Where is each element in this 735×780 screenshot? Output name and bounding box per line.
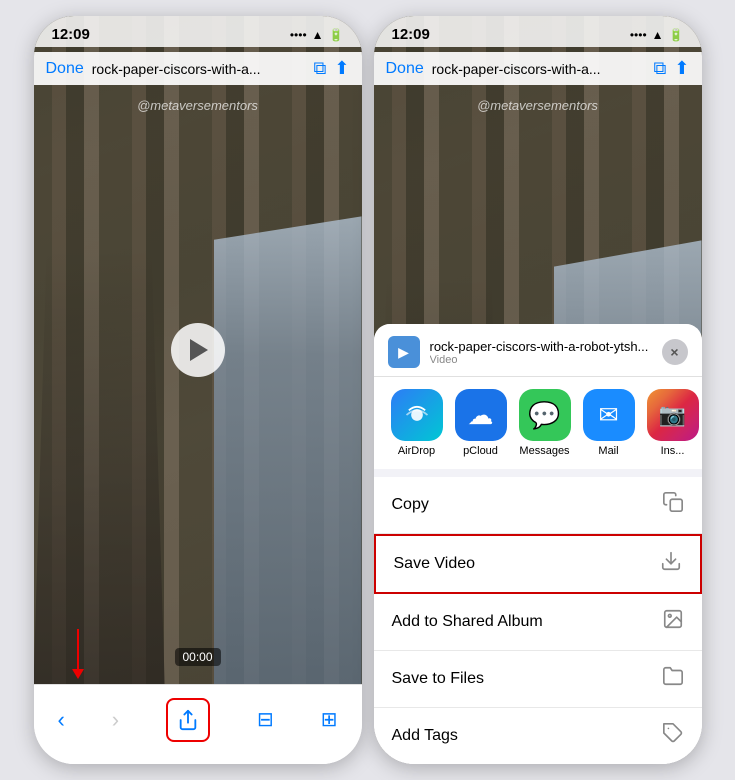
- left-phone: @metaversementors 00:00 12:09 •••• ▲ 🔋 D…: [34, 16, 362, 764]
- airdrop-svg: [403, 401, 431, 429]
- share-title-block: rock-paper-ciscors-with-a-robot-ytsh... …: [430, 339, 652, 366]
- wifi-icon-left: ▲: [312, 28, 324, 42]
- arrow-head: [72, 669, 84, 679]
- share-sheet: ▶ rock-paper-ciscors-with-a-robot-ytsh..…: [374, 324, 702, 764]
- share-close-button[interactable]: ×: [662, 339, 688, 365]
- save-video-icon: [660, 550, 682, 578]
- status-time-left: 12:09: [52, 26, 90, 43]
- share-sheet-header: ▶ rock-paper-ciscors-with-a-robot-ytsh..…: [374, 324, 702, 376]
- share-icon-top-right[interactable]: ⬆: [674, 58, 689, 79]
- tab-icon-left[interactable]: ⧉: [314, 58, 327, 79]
- url-text-right: rock-paper-ciscors-with-a...: [432, 61, 646, 77]
- share-apps-row: AirDrop ☁ pCloud 💬 Messages ✉ Mail 📷 Ins…: [374, 376, 702, 469]
- done-button-right[interactable]: Done: [386, 60, 424, 78]
- battery-icon-right: 🔋: [669, 28, 684, 42]
- share-icon-top-left[interactable]: ⬆: [334, 58, 349, 79]
- status-time-right: 12:09: [392, 26, 430, 43]
- share-app-airdrop[interactable]: AirDrop: [388, 389, 446, 457]
- tab-icon-right[interactable]: ⧉: [654, 58, 667, 79]
- action-save-video[interactable]: Save Video: [374, 534, 702, 594]
- save-files-icon: [662, 665, 684, 693]
- share-title: rock-paper-ciscors-with-a-robot-ytsh...: [430, 339, 652, 354]
- url-text-left: rock-paper-ciscors-with-a...: [92, 61, 306, 77]
- battery-icon-left: 🔋: [329, 28, 344, 42]
- share-app-instagram[interactable]: 📷 Ins...: [644, 389, 702, 457]
- share-subtitle: Video: [430, 354, 652, 366]
- action-add-tags[interactable]: Add Tags: [374, 708, 702, 764]
- pcloud-label: pCloud: [463, 445, 498, 457]
- play-triangle-left: [190, 339, 208, 361]
- figure-right: [214, 216, 362, 684]
- back-icon-left[interactable]: ‹: [58, 707, 65, 733]
- share-favicon: ▶: [388, 336, 420, 368]
- address-bar-right: Done rock-paper-ciscors-with-a... ⧉ ⬆: [374, 52, 702, 85]
- bookmarks-icon-left[interactable]: ⊟: [257, 707, 274, 732]
- share-svg-left: [177, 709, 199, 731]
- airdrop-icon: [391, 389, 443, 441]
- copy-icon: [662, 491, 684, 519]
- arrow-line: [77, 629, 79, 669]
- add-tags-label: Add Tags: [392, 727, 458, 745]
- figure-left: [34, 250, 165, 684]
- messages-icon: 💬: [519, 389, 571, 441]
- arrow-annotation-left: [72, 629, 84, 679]
- status-bar-left: 12:09 •••• ▲ 🔋: [34, 16, 362, 47]
- save-video-label: Save Video: [394, 555, 476, 573]
- messages-label: Messages: [519, 445, 569, 457]
- watermark-left: @metaversementors: [34, 98, 362, 113]
- share-button-left[interactable]: [166, 698, 210, 742]
- instagram-icon: 📷: [647, 389, 699, 441]
- tabs-icon-left[interactable]: ⊞: [321, 707, 338, 732]
- video-timestamp-left: 00:00: [174, 648, 220, 666]
- play-button-left[interactable]: [171, 323, 225, 377]
- airdrop-label: AirDrop: [398, 445, 435, 457]
- action-copy[interactable]: Copy: [374, 477, 702, 534]
- pcloud-icon: ☁: [455, 389, 507, 441]
- mail-label: Mail: [598, 445, 618, 457]
- shared-album-icon: [662, 608, 684, 636]
- status-bar-right: 12:09 •••• ▲ 🔋: [374, 16, 702, 47]
- status-icons-right: •••• ▲ 🔋: [630, 28, 684, 42]
- bottom-bar-left: ‹ › ⊟ ⊞: [34, 684, 362, 764]
- share-actions: Copy Save Video: [374, 477, 702, 764]
- add-tags-icon: [662, 722, 684, 750]
- signal-icon-left: ••••: [290, 28, 307, 42]
- forward-icon-left[interactable]: ›: [112, 707, 119, 733]
- watermark-right: @metaversementors: [374, 98, 702, 113]
- shared-album-label: Add to Shared Album: [392, 613, 543, 631]
- done-button-left[interactable]: Done: [46, 60, 84, 78]
- action-shared-album[interactable]: Add to Shared Album: [374, 594, 702, 651]
- status-icons-left: •••• ▲ 🔋: [290, 28, 344, 42]
- instagram-label: Ins...: [661, 445, 685, 457]
- main-container: @metaversementors 00:00 12:09 •••• ▲ 🔋 D…: [0, 0, 735, 780]
- address-bar-left: Done rock-paper-ciscors-with-a... ⧉ ⬆: [34, 52, 362, 85]
- signal-icon-right: ••••: [630, 28, 647, 42]
- right-phone: @metaversementors 12:09 •••• ▲ 🔋 Done ro…: [374, 16, 702, 764]
- save-files-label: Save to Files: [392, 670, 484, 688]
- action-save-files[interactable]: Save to Files: [374, 651, 702, 708]
- video-area-left: @metaversementors 00:00: [34, 16, 362, 684]
- share-app-pcloud[interactable]: ☁ pCloud: [452, 389, 510, 457]
- mail-icon: ✉: [583, 389, 635, 441]
- copy-label: Copy: [392, 496, 429, 514]
- share-app-messages[interactable]: 💬 Messages: [516, 389, 574, 457]
- share-app-mail[interactable]: ✉ Mail: [580, 389, 638, 457]
- wifi-icon-right: ▲: [652, 28, 664, 42]
